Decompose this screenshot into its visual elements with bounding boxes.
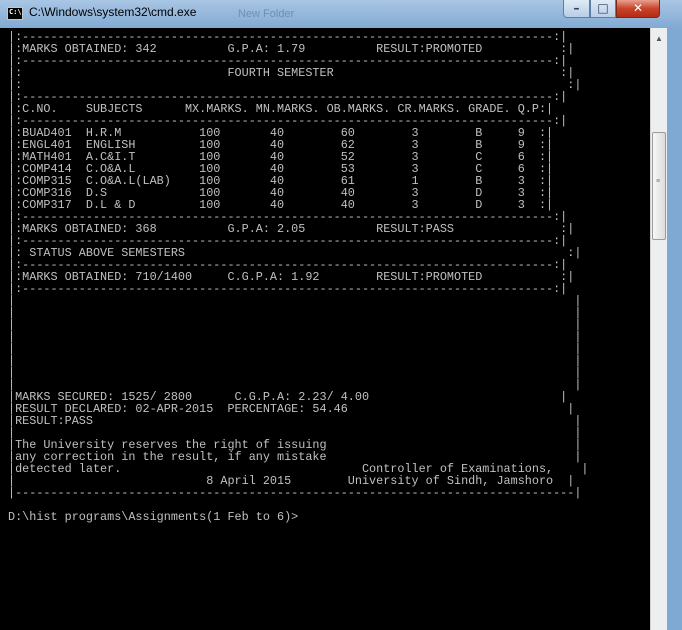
cmd-window: C:\ C:\Windows\system32\cmd.exe New Fold… (0, 0, 682, 630)
scroll-up-icon[interactable]: ▲ (651, 31, 667, 47)
background-window-title: New Folder (238, 8, 295, 20)
close-icon: ✕ (632, 1, 644, 15)
vertical-scrollbar[interactable]: ▲ ≡ (650, 28, 667, 630)
console-output[interactable]: |:--------------------------------------… (0, 28, 650, 630)
grip-icon: ≡ (656, 178, 661, 185)
close-button[interactable]: ✕ (616, 0, 660, 18)
cmd-icon[interactable]: C:\ (7, 7, 23, 20)
console-text: |:--------------------------------------… (0, 28, 650, 523)
maximize-button[interactable]: □ (590, 0, 616, 18)
minimize-icon: – (573, 1, 580, 15)
window-title: C:\Windows\system32\cmd.exe (29, 5, 197, 19)
console-line: |---------------------------------------… (8, 486, 582, 500)
minimize-button[interactable]: – (563, 0, 590, 18)
maximize-icon: □ (597, 1, 609, 15)
console-line: D:\hist programs\Assignments(1 Feb to 6)… (8, 510, 299, 524)
title-bar[interactable]: C:\ C:\Windows\system32\cmd.exe New Fold… (0, 0, 682, 28)
scroll-thumb[interactable]: ≡ (652, 132, 666, 240)
